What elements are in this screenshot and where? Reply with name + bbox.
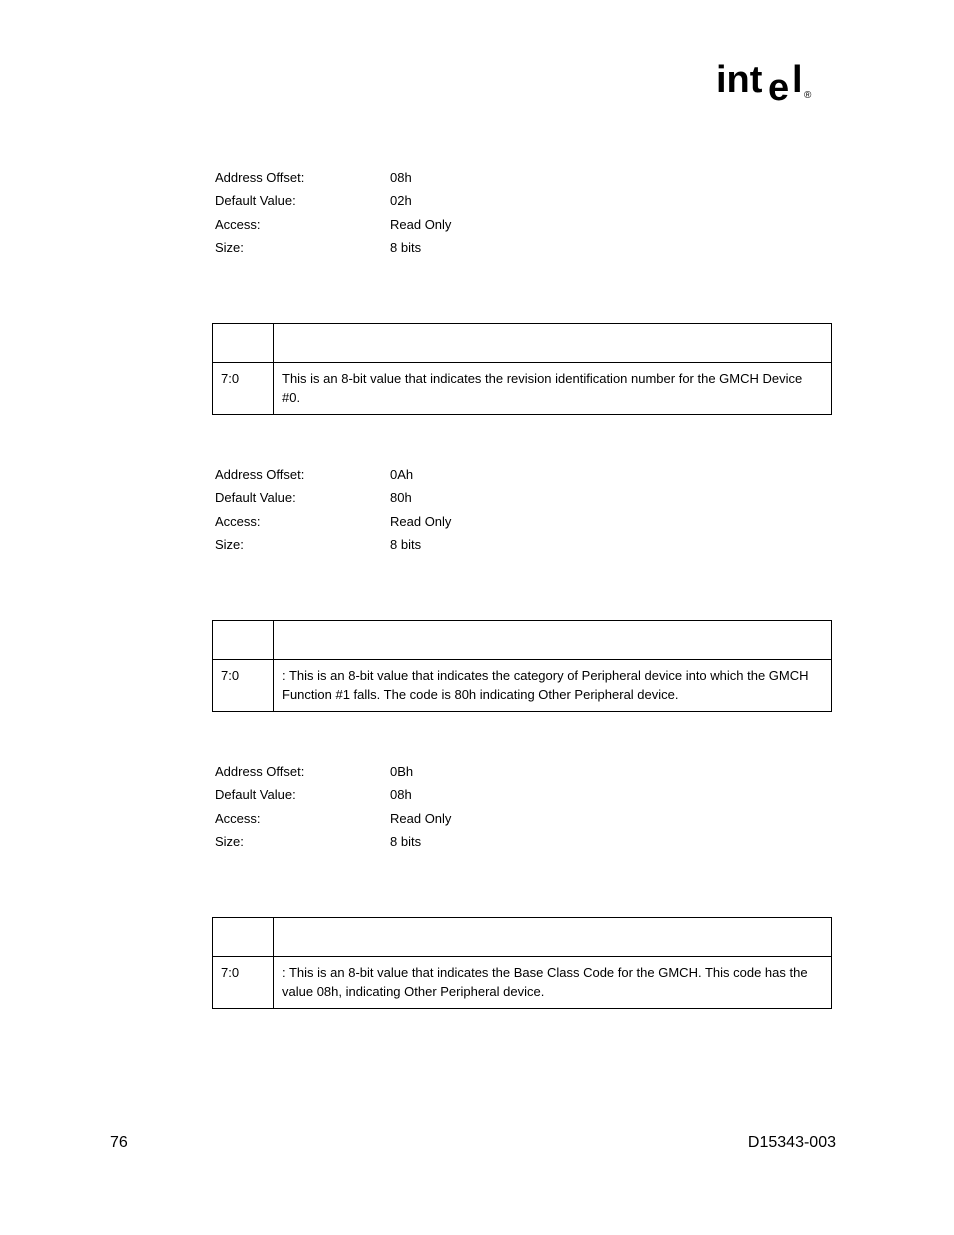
table-header-desc [274, 917, 832, 956]
prop-label: Default Value: [215, 488, 390, 508]
bit-description: : This is an 8-bit value that indicates … [274, 659, 832, 711]
table-header-bit [213, 620, 274, 659]
prop-value: 08h [390, 785, 412, 805]
page-number: 76 [110, 1131, 128, 1155]
register-table: 7:0 : This is an 8-bit value that indica… [212, 620, 832, 712]
table-header-desc [274, 620, 832, 659]
prop-value: 8 bits [390, 238, 421, 258]
prop-label: Access: [215, 215, 390, 235]
prop-value: 8 bits [390, 535, 421, 555]
prop-value: 0Bh [390, 762, 413, 782]
register-properties: Address Offset:0Bh Default Value:08h Acc… [215, 762, 836, 852]
table-header-desc [274, 323, 832, 362]
prop-value: 08h [390, 168, 412, 188]
prop-label: Address Offset: [215, 168, 390, 188]
prop-value: Read Only [390, 512, 451, 532]
prop-label: Size: [215, 238, 390, 258]
bit-range: 7:0 [213, 659, 274, 711]
table-header-bit [213, 917, 274, 956]
table-row: 7:0 : This is an 8-bit value that indica… [213, 956, 832, 1008]
prop-value: Read Only [390, 215, 451, 235]
prop-value: Read Only [390, 809, 451, 829]
intel-logo: int e l ® [110, 60, 836, 108]
prop-label: Default Value: [215, 191, 390, 211]
svg-text:e: e [768, 67, 789, 102]
prop-value: 02h [390, 191, 412, 211]
bit-range: 7:0 [213, 362, 274, 414]
register-properties: Address Offset:0Ah Default Value:80h Acc… [215, 465, 836, 555]
prop-label: Size: [215, 832, 390, 852]
register-properties: Address Offset:08h Default Value:02h Acc… [215, 168, 836, 258]
prop-label: Access: [215, 512, 390, 532]
bit-range: 7:0 [213, 956, 274, 1008]
prop-label: Address Offset: [215, 762, 390, 782]
register-table: 7:0 This is an 8-bit value that indicate… [212, 323, 832, 415]
prop-label: Default Value: [215, 785, 390, 805]
table-row: 7:0 : This is an 8-bit value that indica… [213, 659, 832, 711]
prop-value: 8 bits [390, 832, 421, 852]
document-id: D15343-003 [748, 1131, 836, 1155]
svg-text:l: l [792, 60, 803, 101]
bit-description: This is an 8-bit value that indicates th… [274, 362, 832, 414]
prop-label: Address Offset: [215, 465, 390, 485]
svg-text:int: int [716, 60, 763, 101]
bit-description: : This is an 8-bit value that indicates … [274, 956, 832, 1008]
prop-value: 80h [390, 488, 412, 508]
register-table: 7:0 : This is an 8-bit value that indica… [212, 917, 832, 1009]
svg-text:®: ® [804, 90, 812, 101]
prop-label: Size: [215, 535, 390, 555]
table-header-bit [213, 323, 274, 362]
prop-label: Access: [215, 809, 390, 829]
table-row: 7:0 This is an 8-bit value that indicate… [213, 362, 832, 414]
prop-value: 0Ah [390, 465, 413, 485]
